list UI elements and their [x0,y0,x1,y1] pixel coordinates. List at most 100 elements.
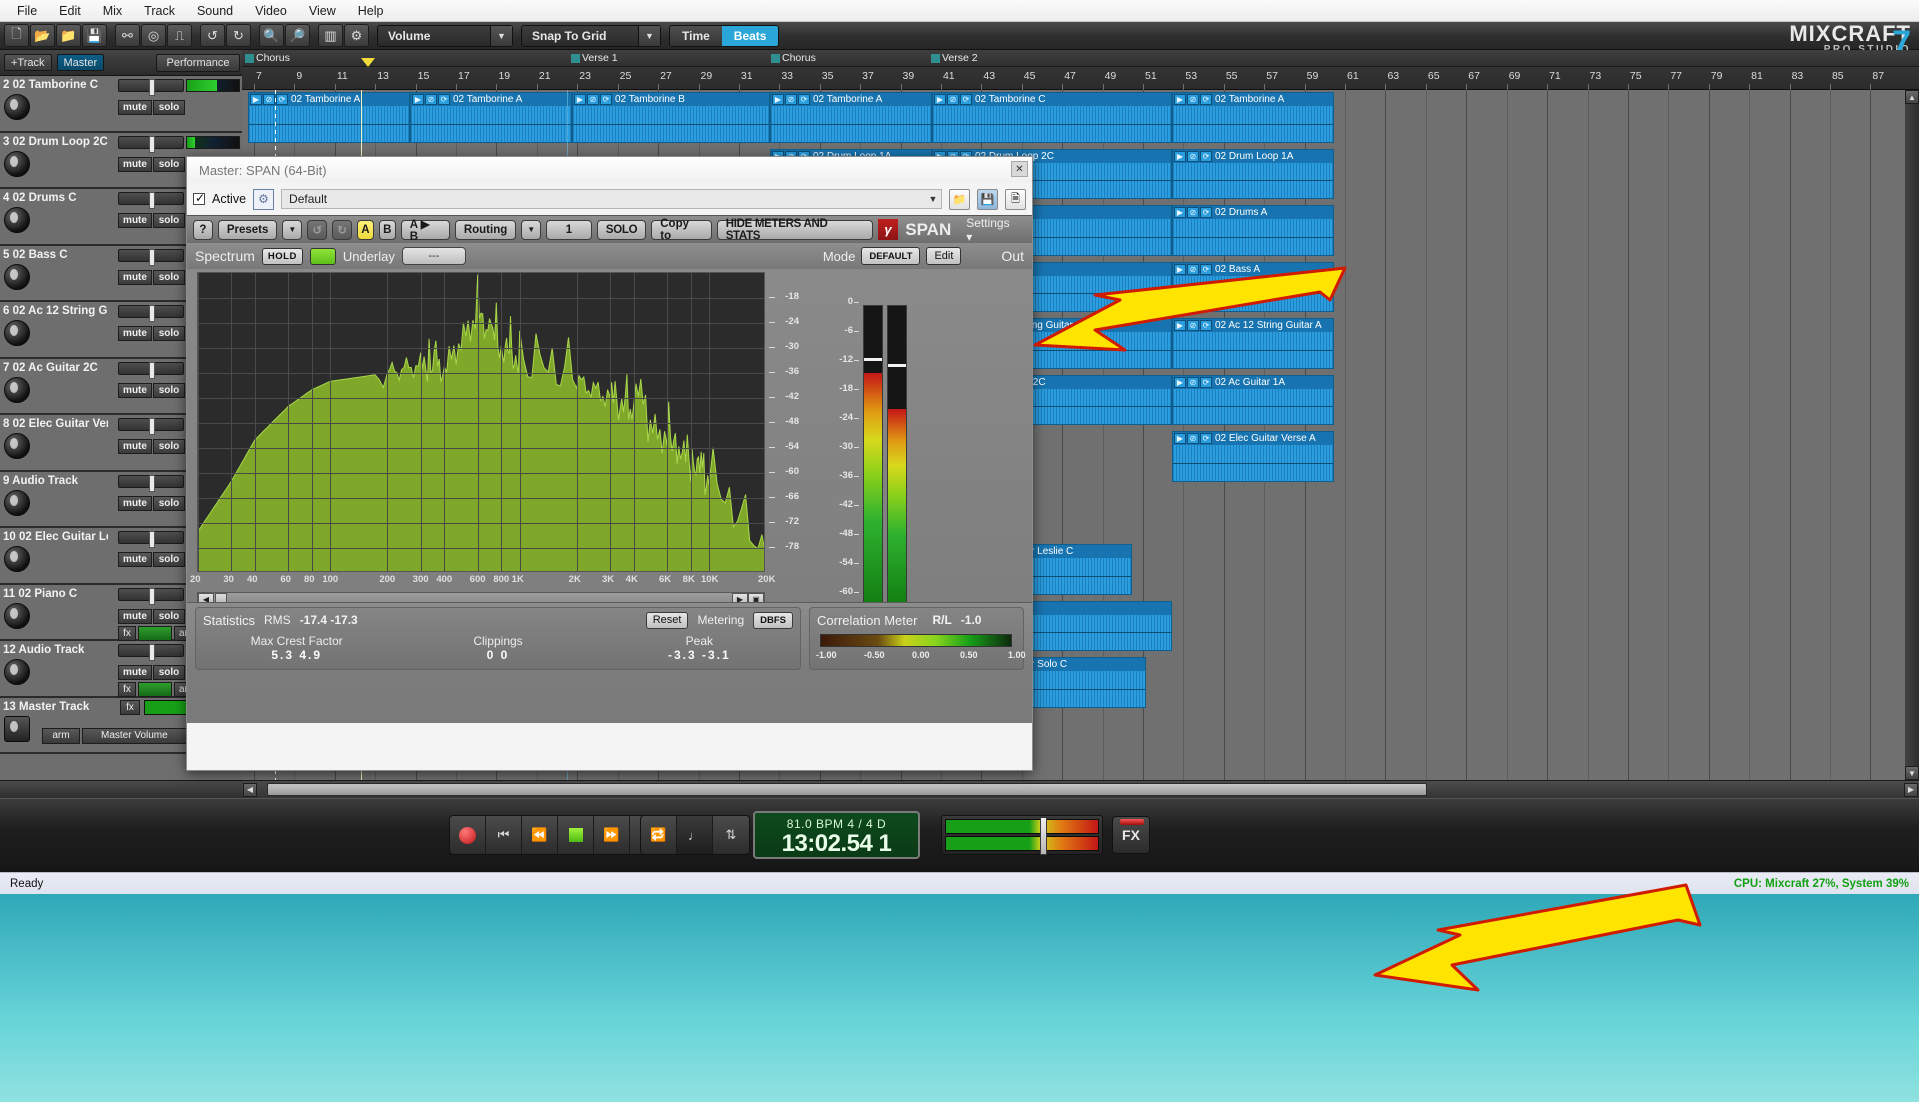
mute-clip-icon[interactable]: ⊘ [587,94,599,105]
presets-button[interactable]: Presets [217,219,278,240]
snap-combo[interactable]: Snap To Grid ▼ [521,24,661,47]
solo-button[interactable]: solo [153,495,185,511]
folder-icon[interactable]: 📁 [949,188,970,210]
wave-icon[interactable]: ⎍ [167,24,192,47]
gear-icon[interactable]: ⚙ [253,188,275,210]
rewind-button[interactable]: ⏪ [522,816,558,854]
master-volume-handle[interactable] [1040,817,1047,855]
playhead-marker[interactable] [361,58,375,67]
clip-header[interactable]: ▶ ⊘ ⟳ 02 Tamborine C [933,93,1171,106]
loop-clip-icon[interactable]: ⟳ [1200,207,1212,218]
mode-value-button[interactable]: DEFAULT [861,247,921,265]
clip-header[interactable]: ▶ ⊘ ⟳ 02 Tamborine A [411,93,571,106]
solo-button[interactable]: solo [153,382,185,398]
settings-icon[interactable]: ⚙ [344,24,369,47]
scroll-right-icon[interactable]: ▶ [1904,782,1918,797]
open-icon[interactable]: 📂 [30,24,55,47]
mute-clip-icon[interactable]: ⊘ [1187,150,1199,162]
pan-knob-icon[interactable] [4,602,30,629]
chevron-down-icon[interactable]: ▼ [490,25,512,46]
audio-clip[interactable]: ▶ ⊘ ⟳ 02 Tamborine A [1172,92,1334,143]
play-clip-icon[interactable]: ▶ [934,94,946,105]
track-row[interactable]: 2 02 Tamborine C mute solo [0,76,242,133]
pan-slider[interactable] [118,474,184,492]
plugin-titlebar[interactable]: Master: SPAN (64-Bit) ✕ [187,157,1032,183]
loop-clip-icon[interactable]: ⟳ [600,94,612,105]
pan-knob-icon[interactable] [4,150,30,177]
copy-to-button[interactable]: Copy to [651,218,712,242]
audio-clip[interactable]: ▶ ⊘ ⟳ 02 Tamborine A [410,92,572,143]
audio-clip[interactable]: ▶⊘⟳02 Elec Guitar Verse A [1172,431,1334,482]
play-clip-icon[interactable]: ▶ [1174,207,1186,218]
audio-clip[interactable]: ▶ ⊘ ⟳ 02 Tamborine A [248,92,410,143]
record-icon[interactable]: ◎ [141,24,166,47]
menu-item-track[interactable]: Track [133,2,186,20]
edit-button[interactable]: Edit [926,247,962,265]
timeline-ruler[interactable]: Chorus Verse 1 Chorus Verse 2 7 9 11 13 15 17 19 2… [242,50,1919,90]
routing-dropdown-icon[interactable]: ▼ [521,219,542,240]
loop-clip-icon[interactable]: ⟳ [960,94,972,105]
menu-item-mix[interactable]: Mix [92,2,133,20]
mixer-button[interactable]: ⇅ [713,816,749,854]
volume-meter[interactable] [186,79,240,92]
zoom-out-icon[interactable]: 🔎 [285,24,310,47]
routing-button[interactable]: Routing [454,219,517,240]
metronome-button[interactable]: ♩ [677,816,713,854]
clip-header[interactable]: ▶ ⊘ ⟳ 02 Tamborine A [1173,93,1333,106]
volume-combo[interactable]: Volume ▼ [377,24,513,47]
redo-icon[interactable]: ↻ [332,219,352,240]
mute-button[interactable]: mute [118,269,152,285]
menu-item-video[interactable]: Video [244,2,298,20]
menu-item-view[interactable]: View [298,2,347,20]
active-checkbox[interactable] [193,191,205,205]
pan-knob-icon[interactable] [4,207,30,233]
loop-clip-icon[interactable]: ⟳ [1200,320,1212,331]
piano-roll-icon[interactable]: ▥ [318,24,343,47]
close-icon[interactable]: ✕ [1011,161,1028,177]
go-to-start-button[interactable]: ⏮ [486,816,522,854]
scroll-left-icon[interactable]: ◀ [243,782,257,797]
new-icon[interactable]: 🗋 [4,24,29,47]
pan-slider[interactable] [118,361,184,379]
mute-clip-icon[interactable]: ⊘ [1187,320,1199,331]
mute-button[interactable]: mute [118,100,152,115]
led-green-icon[interactable] [309,247,336,265]
solo-button[interactable]: solo [153,608,185,624]
timeline-marker[interactable]: Chorus [244,51,290,65]
copy-icon[interactable]: 🗎 [1005,188,1026,210]
performance-button[interactable]: Performance [156,54,240,72]
marker-row[interactable]: Chorus Verse 1 Chorus Verse 2 [242,50,1919,67]
master-fx-button[interactable]: fx [120,699,140,715]
clip-header[interactable]: ▶⊘⟳02 Ac 12 String Guitar A [1173,319,1333,332]
beat-row[interactable]: 7 9 11 13 15 17 19 21 23 25 27 29 31 33 35 37 39 41 43 45 47… [242,67,1919,90]
solo-button[interactable]: solo [153,213,185,228]
reset-button[interactable]: Reset [645,611,689,629]
fx-button[interactable]: fx [118,682,136,697]
solo-button[interactable]: solo [153,156,185,172]
pan-slider[interactable] [118,531,184,548]
mix-icon[interactable]: ⚯ [115,24,140,47]
menu-item-file[interactable]: File [6,2,48,20]
solo-button[interactable]: solo [153,100,185,115]
mute-clip-icon[interactable]: ⊘ [1187,376,1199,388]
mute-clip-icon[interactable]: ⊘ [425,94,437,105]
mute-button[interactable]: mute [118,495,152,511]
play-clip-icon[interactable]: ▶ [1174,94,1186,105]
pan-knob-icon[interactable] [4,489,30,516]
master-fx-button[interactable]: FX [1112,816,1150,854]
mute-button[interactable]: mute [118,213,152,228]
mute-button[interactable]: mute [118,665,152,680]
tab-time[interactable]: Time [670,25,722,46]
mute-clip-icon[interactable]: ⊘ [1187,263,1199,275]
spectrum-plot[interactable] [197,272,765,572]
track-panel-scrollstrip[interactable] [0,780,242,798]
undo-icon[interactable]: ↺ [200,24,225,47]
clip-header[interactable]: ▶⊘⟳02 Drum Loop 1A [1173,149,1333,163]
volume-meter[interactable] [186,135,240,149]
undo-icon[interactable]: ↺ [307,219,328,240]
mute-button[interactable]: mute [118,326,152,341]
open-project-icon[interactable]: 📁 [56,24,81,47]
presets-dropdown-icon[interactable]: ▼ [282,219,303,240]
timeline-marker[interactable]: Chorus [770,51,816,65]
timeline-marker[interactable]: Verse 2 [930,51,978,65]
